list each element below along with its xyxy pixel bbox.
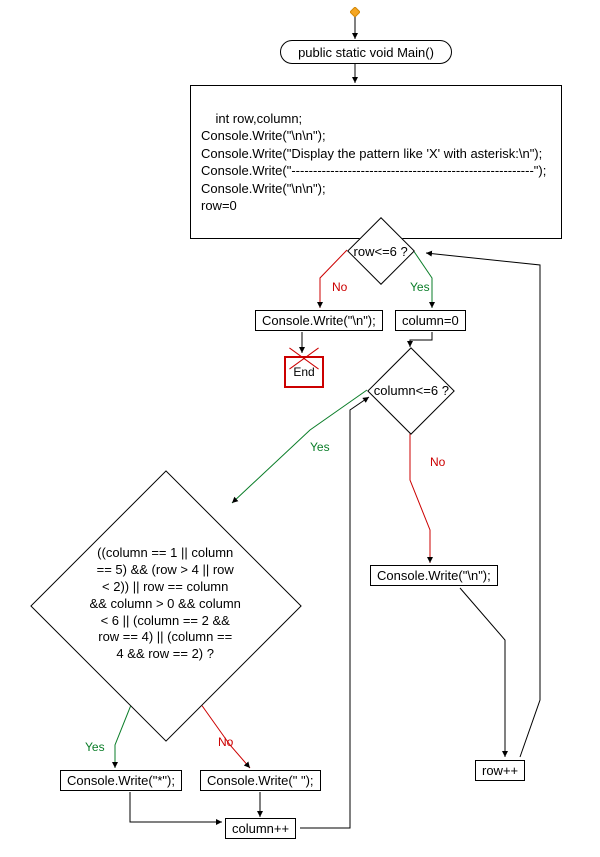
column-zero: column=0 bbox=[395, 310, 466, 331]
write-space: Console.Write(" "); bbox=[200, 770, 321, 791]
start-node: public static void Main() bbox=[280, 40, 452, 64]
writeSpace-text: Console.Write(" "); bbox=[207, 773, 314, 788]
d2-no-label: No bbox=[430, 455, 445, 469]
rowInc-text: row++ bbox=[482, 763, 518, 778]
decision-column-le-6: column<=6 ? bbox=[367, 347, 455, 435]
decision-big-condition: ((column == 1 || column == 5) && (row > … bbox=[30, 470, 302, 742]
column-increment: column++ bbox=[225, 818, 296, 839]
newline1-text: Console.Write("\n"); bbox=[262, 313, 376, 328]
write-star: Console.Write("*"); bbox=[60, 770, 182, 791]
write-newline-2: Console.Write("\n"); bbox=[370, 565, 498, 586]
writeStar-text: Console.Write("*"); bbox=[67, 773, 175, 788]
d1-no-label: No bbox=[332, 280, 347, 294]
end-text: End bbox=[293, 365, 314, 379]
d1-yes-label: Yes bbox=[410, 280, 430, 294]
row-increment: row++ bbox=[475, 760, 525, 781]
d3-text: ((column == 1 || column == 5) && (row > … bbox=[50, 545, 280, 663]
init-process: int row,column; Console.Write("\n\n"); C… bbox=[190, 85, 562, 239]
start-text: public static void Main() bbox=[298, 45, 434, 60]
write-newline-1: Console.Write("\n"); bbox=[255, 310, 383, 331]
d2-yes-label: Yes bbox=[310, 440, 330, 454]
d1-text: row<=6 ? bbox=[271, 244, 491, 259]
colInc-text: column++ bbox=[232, 821, 289, 836]
init-text: int row,column; Console.Write("\n\n"); C… bbox=[201, 111, 546, 214]
flowchart-canvas: public static void Main() int row,column… bbox=[0, 0, 600, 857]
colzero-text: column=0 bbox=[402, 313, 459, 328]
d3-no-label: No bbox=[218, 735, 233, 749]
d2-text: column<=6 ? bbox=[301, 383, 521, 398]
d3-yes-label: Yes bbox=[85, 740, 105, 754]
writeNewline-text: Console.Write("\n"); bbox=[377, 568, 491, 583]
